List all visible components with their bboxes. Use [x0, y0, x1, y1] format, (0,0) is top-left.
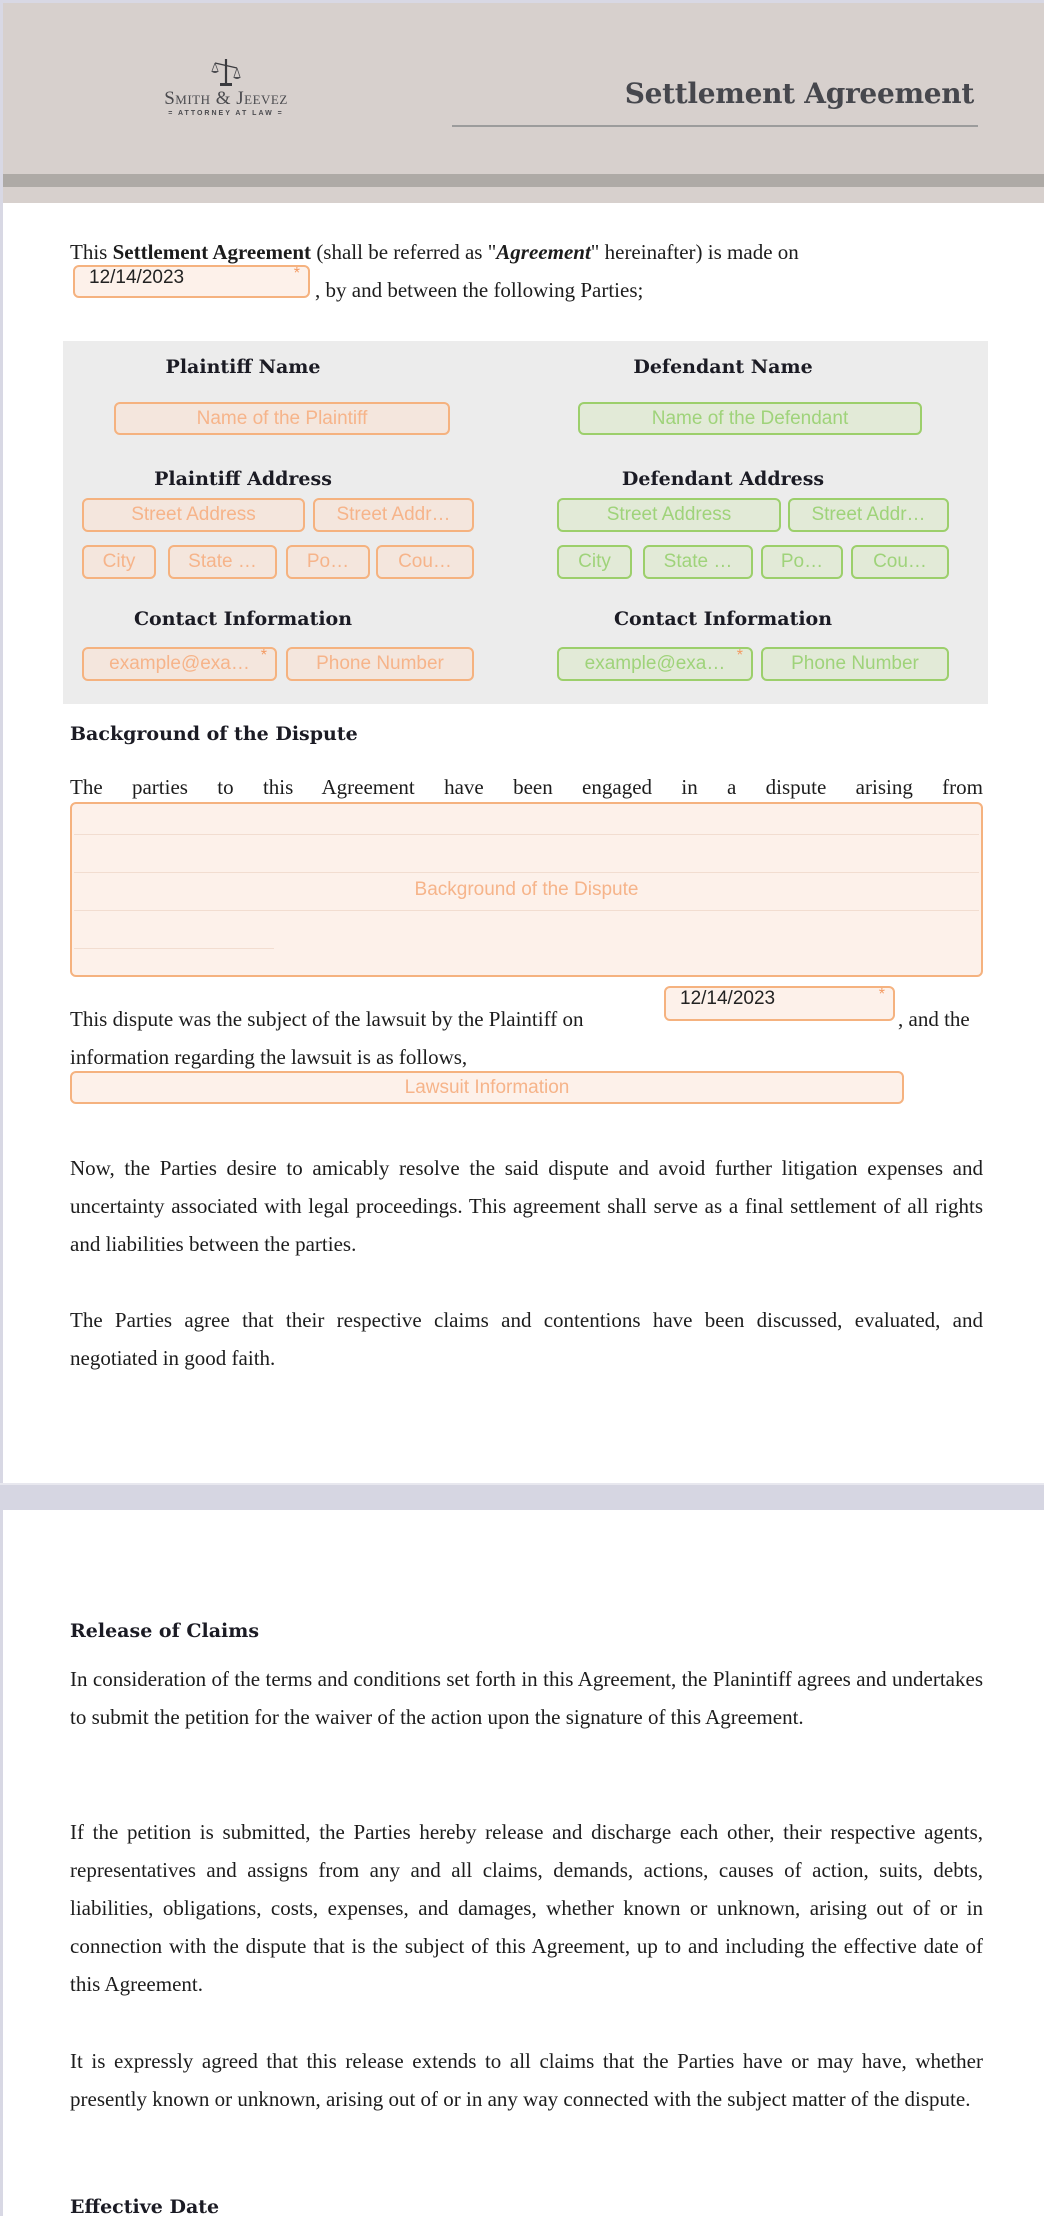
defendant-state-input[interactable]: State … [643, 545, 753, 579]
defendant-address-heading: Defendant Address [621, 468, 825, 490]
intro-text: This [70, 240, 113, 264]
required-indicator: * [878, 986, 885, 1003]
lawsuit-info-input[interactable]: Lawsuit Information [70, 1071, 904, 1104]
intro-text: (shall be referred as " [311, 240, 497, 264]
resolution-paragraph: Now, the Parties desire to amicably reso… [70, 1156, 983, 1256]
lawsuit-date-input[interactable]: 12/14/2023 * [664, 986, 895, 1021]
plaintiff-email-input[interactable]: example@exa… * [82, 647, 277, 681]
defendant-phone-input[interactable]: Phone Number [761, 647, 949, 681]
placeholder: example@exa… [584, 653, 726, 674]
placeholder: Street Addr… [336, 504, 451, 525]
textarea-ruled-line [74, 834, 979, 835]
plaintiff-address-heading: Plaintiff Address [154, 468, 332, 490]
page-separator [0, 1483, 1044, 1510]
defendant-name-heading: Defendant Name [633, 356, 813, 378]
release-paragraph-2: If the petition is submitted, the Partie… [70, 1820, 983, 1996]
background-heading: Background of the Dispute [70, 723, 358, 745]
placeholder: Name of the Defendant [651, 407, 849, 429]
placeholder: Street Addr… [811, 504, 926, 525]
plaintiff-city-input[interactable]: City [82, 545, 156, 579]
good-faith-paragraph: The Parties agree that their respective … [70, 1308, 983, 1370]
release-paragraph-3: It is expressly agreed that this release… [70, 2049, 983, 2111]
placeholder: Phone Number [316, 653, 444, 674]
placeholder: State … [663, 551, 733, 572]
lawsuit-date-value: 12/14/2023 [680, 988, 776, 1009]
firm-name: Smith & Jeevez [164, 88, 288, 109]
document-page-2: Release of Claims In consideration of th… [3, 1510, 1044, 2216]
page-title: Settlement Agreement [624, 77, 975, 110]
placeholder: Street Address [606, 504, 732, 525]
defendant-country-input[interactable]: Cou… [851, 545, 949, 579]
defendant-street1-input[interactable]: Street Address [557, 498, 781, 532]
firm-tagline: = ATTORNEY AT LAW = [168, 110, 284, 117]
effective-date-heading: Effective Date [70, 2196, 220, 2216]
plaintiff-name-input[interactable]: Name of the Plaintiff [114, 402, 450, 435]
defendant-contact-heading: Contact Information [613, 608, 833, 630]
defendant-name-input[interactable]: Name of the Defendant [578, 402, 922, 435]
plaintiff-postal-input[interactable]: Po… [286, 545, 370, 579]
plaintiff-street2-input[interactable]: Street Addr… [313, 498, 474, 532]
release-heading: Release of Claims [70, 1620, 260, 1642]
textarea-ruled-line [74, 948, 274, 949]
intro-bold-text: Settlement Agreement [112, 240, 312, 264]
agreement-date-input[interactable]: 12/14/2023 * [73, 265, 310, 298]
plaintiff-phone-input[interactable]: Phone Number [286, 647, 474, 681]
placeholder: Cou… [398, 551, 452, 572]
background-textarea[interactable]: Background of the Dispute [70, 802, 983, 977]
plaintiff-name-heading: Plaintiff Name [165, 356, 321, 378]
agreement-date-value: 12/14/2023 [89, 267, 185, 288]
placeholder: City [102, 551, 136, 572]
placeholder: Lawsuit Information [404, 1076, 570, 1098]
required-indicator: * [260, 647, 267, 664]
intro-continuation: , by and between the following Parties; [315, 278, 644, 302]
placeholder: State … [188, 551, 257, 572]
intro-text: " hereinafter) is made on [590, 240, 799, 264]
document-header: Smith & Jeevez = ATTORNEY AT LAW = Settl… [3, 3, 1044, 203]
placeholder: Po… [780, 551, 824, 572]
background-lead: The parties to this Agreement have been … [70, 775, 983, 799]
title-underline [452, 125, 978, 127]
defendant-postal-input[interactable]: Po… [761, 545, 843, 579]
placeholder: Street Address [131, 504, 256, 525]
placeholder: City [578, 551, 611, 572]
lawsuit-text: This dispute was the subject of the laws… [70, 1007, 584, 1031]
parties-section: Plaintiff Name Name of the Plaintiff Pla… [63, 341, 988, 704]
placeholder: Background of the Dispute [414, 878, 639, 900]
defendant-street2-input[interactable]: Street Addr… [788, 498, 949, 532]
intro-italic-text: Agreement [496, 240, 591, 264]
placeholder: Cou… [873, 551, 927, 572]
required-indicator: * [293, 265, 300, 282]
plaintiff-street1-input[interactable]: Street Address [82, 498, 305, 532]
firm-logo: Smith & Jeevez = ATTORNEY AT LAW = [151, 57, 301, 133]
placeholder: Name of the Plaintiff [196, 407, 368, 429]
defendant-email-input[interactable]: example@exa… * [557, 647, 753, 681]
header-band [3, 174, 1044, 187]
document-page-1: Smith & Jeevez = ATTORNEY AT LAW = Settl… [3, 3, 1044, 1483]
required-indicator: * [736, 647, 743, 664]
placeholder: Phone Number [791, 653, 919, 674]
plaintiff-country-input[interactable]: Cou… [376, 545, 474, 579]
placeholder: Po… [306, 551, 350, 572]
release-paragraph-1: In consideration of the terms and condit… [70, 1667, 983, 1729]
defendant-city-input[interactable]: City [557, 545, 632, 579]
plaintiff-state-input[interactable]: State … [168, 545, 277, 579]
lawsuit-text-suffix: , and the [898, 1007, 970, 1031]
plaintiff-contact-heading: Contact Information [133, 608, 353, 630]
textarea-ruled-line [74, 910, 979, 911]
scales-of-justice-icon [211, 59, 241, 86]
textarea-ruled-line [74, 872, 979, 873]
placeholder: example@exa… [109, 653, 250, 674]
